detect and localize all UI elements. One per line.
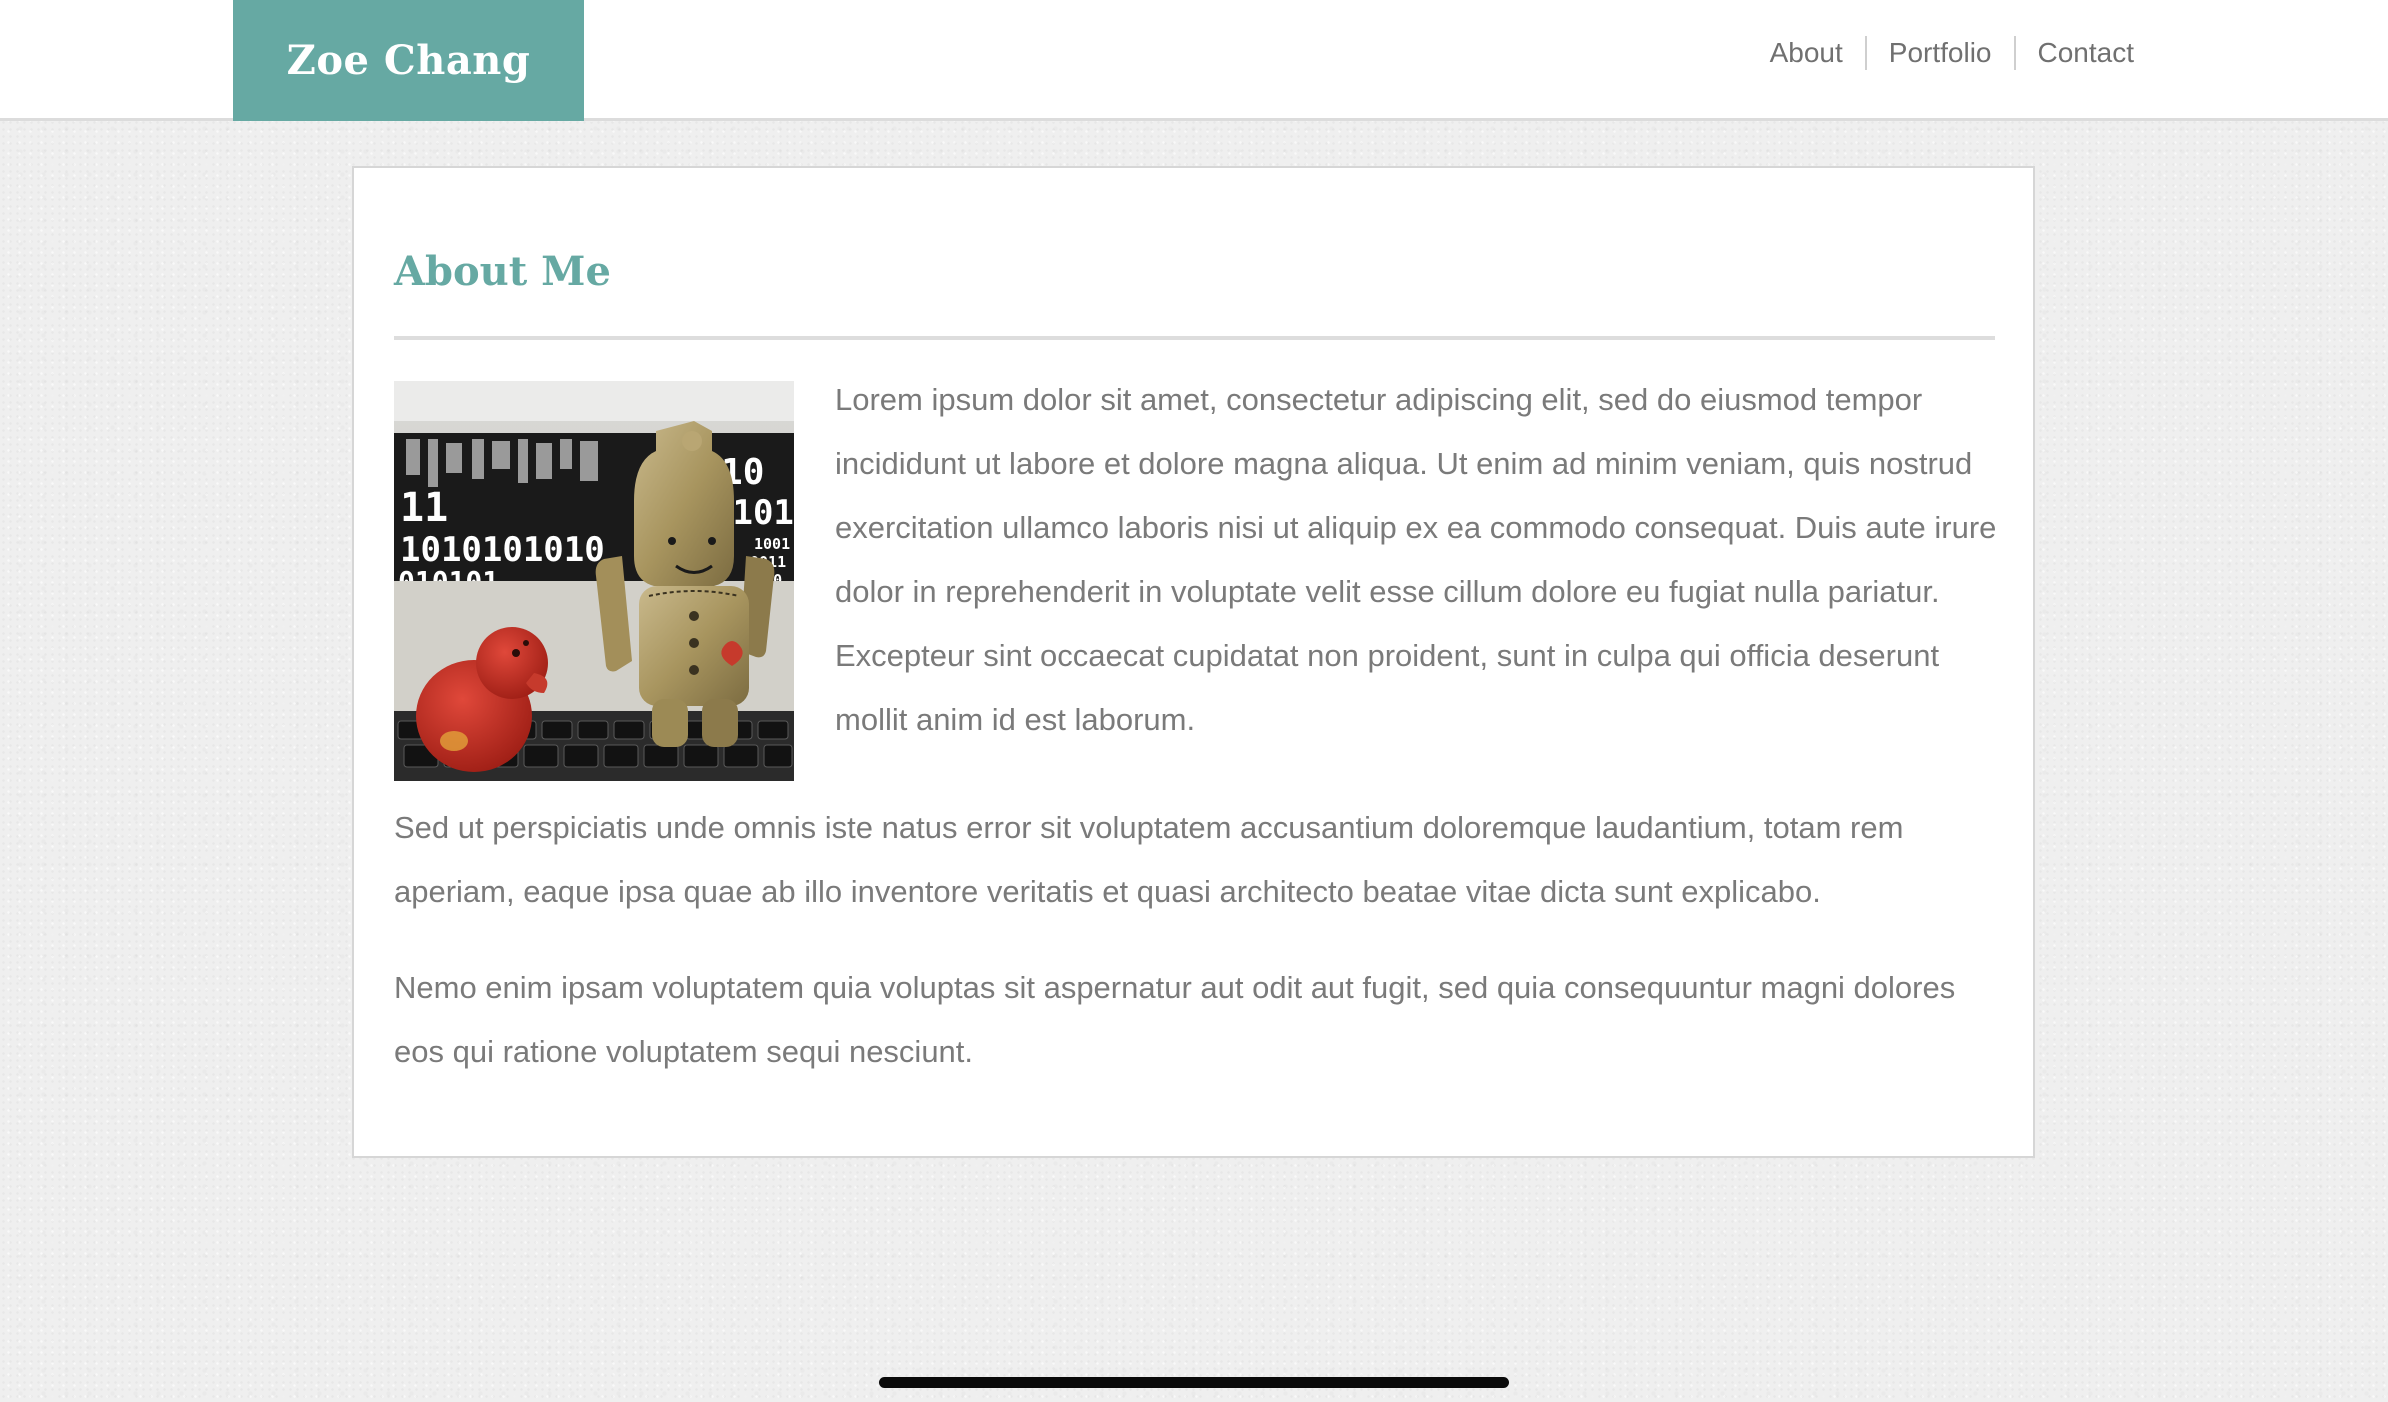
site-logo-text: Zoe Chang [286,37,531,84]
nav-link-about[interactable]: About [1748,36,1865,70]
site-header: Zoe Chang About Portfolio Contact [0,0,2388,121]
title-divider [394,336,1995,340]
nav-link-portfolio[interactable]: Portfolio [1867,36,2014,70]
profile-photo: 01010 0101 1001 0011 0110 1010101010 11 … [394,381,794,781]
site-logo[interactable]: Zoe Chang [233,0,584,121]
about-card: About Me 0101 1001 1010101010 11 Lorem i… [352,166,2035,1158]
about-paragraph: Nemo enim ipsam voluptatem quia voluptas… [394,970,1956,1069]
main-nav: About Portfolio Contact [1748,36,2134,70]
page-title: About Me [394,248,611,295]
home-indicator[interactable] [879,1377,1509,1388]
nav-link-contact[interactable]: Contact [2016,36,2135,70]
photo-binary-text: 11 [400,485,448,531]
about-paragraph: Lorem ipsum dolor sit amet, consectetur … [835,382,1997,737]
photo-binary-text: 1001 [754,535,790,553]
about-paragraph: Sed ut perspiciatis unde omnis iste natu… [394,810,1904,909]
photo-binary-text: 1010101010 [400,530,605,570]
